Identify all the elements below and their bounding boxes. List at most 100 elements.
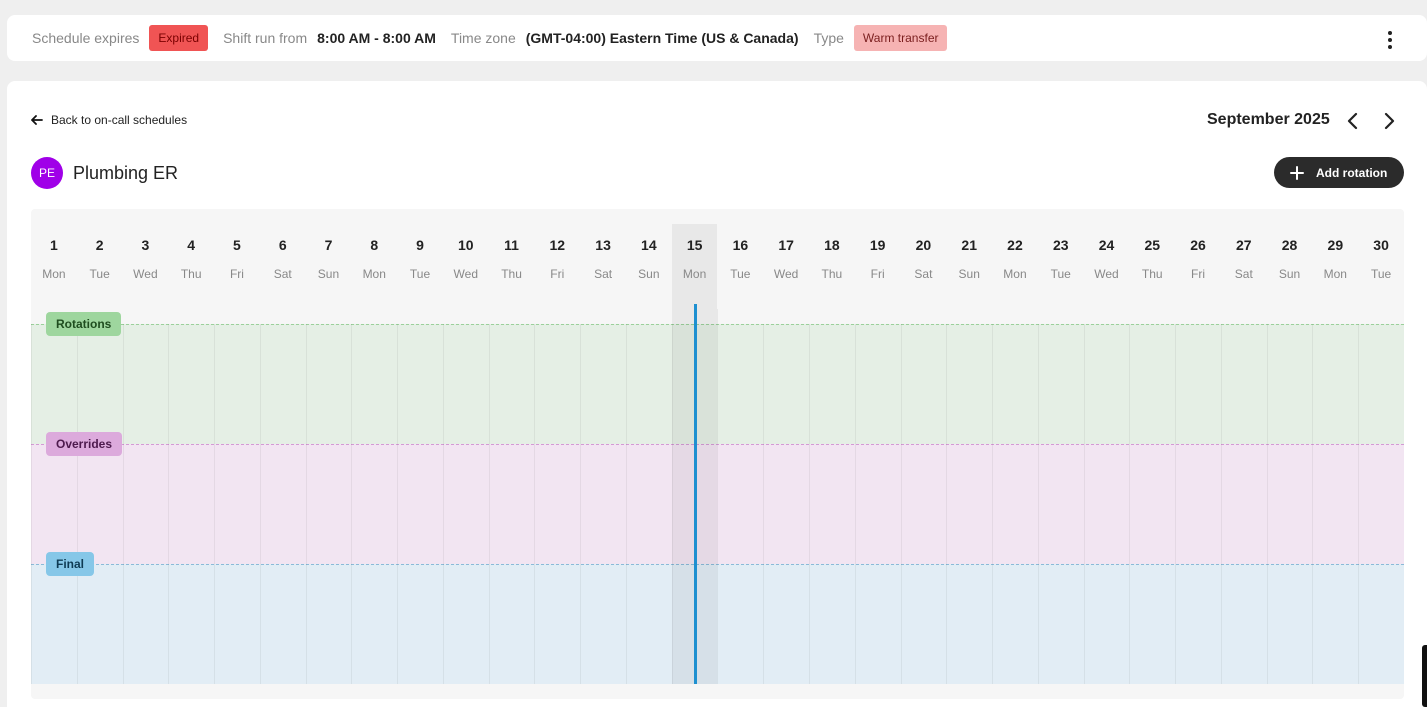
day-header[interactable]: 5 Fri [214, 224, 260, 309]
day-weekday: Sun [317, 267, 340, 281]
day-header[interactable]: 2 Tue [77, 224, 123, 309]
day-weekday: Tue [89, 267, 110, 281]
day-weekday: Thu [1141, 267, 1163, 281]
day-weekday: Wed [1094, 267, 1119, 281]
day-number: 27 [1236, 237, 1252, 253]
day-number: 18 [824, 237, 840, 253]
day-weekday: Fri [550, 267, 565, 281]
day-header[interactable]: 7 Sun [306, 224, 352, 309]
rotations-tag[interactable]: Rotations [46, 312, 122, 336]
day-weekday: Mon [42, 267, 66, 281]
day-number: 24 [1098, 237, 1115, 253]
day-number: 12 [549, 237, 566, 253]
shift-run-label: Shift run from [223, 30, 308, 46]
rotations-lane[interactable] [31, 324, 1404, 444]
day-number: 25 [1144, 237, 1161, 253]
overrides-lane[interactable] [31, 444, 1404, 564]
day-weekday: Thu [180, 267, 202, 281]
day-header[interactable]: 8 Mon [351, 224, 397, 309]
overrides-tag[interactable]: Overrides [46, 432, 123, 456]
day-header[interactable]: 1 Mon [31, 224, 77, 309]
day-header[interactable]: 11 Thu [489, 224, 535, 309]
day-header[interactable]: 9 Tue [397, 224, 443, 309]
final-lane[interactable] [31, 564, 1404, 684]
warm-transfer-badge: Warm transfer [853, 25, 948, 51]
day-number: 26 [1190, 237, 1206, 253]
day-header[interactable]: 4 Thu [168, 224, 214, 309]
add-rotation-button[interactable]: Add rotation [1274, 157, 1404, 188]
day-header[interactable]: 24 Wed [1084, 224, 1130, 309]
day-weekday: Wed [453, 267, 478, 281]
day-header[interactable]: 26 Fri [1175, 224, 1221, 309]
day-number: 22 [1007, 237, 1023, 253]
day-weekday: Mon [1003, 267, 1027, 281]
day-header[interactable]: 13 Sat [580, 224, 626, 309]
scrollbar-thumb[interactable] [1422, 645, 1427, 707]
plus-icon [1290, 165, 1304, 180]
previous-month-button[interactable] [1343, 111, 1363, 131]
day-header[interactable]: 22 Mon [992, 224, 1038, 309]
current-month: September 2025 [1207, 111, 1330, 128]
avatar: PE [31, 157, 63, 189]
day-header[interactable]: 12 Fri [534, 224, 580, 309]
day-number: 2 [95, 237, 104, 253]
day-number: 19 [869, 237, 886, 253]
day-header[interactable]: 30 Tue [1358, 224, 1404, 309]
day-header[interactable]: 16 Tue [717, 224, 763, 309]
day-header[interactable]: 25 Thu [1129, 224, 1175, 309]
day-header[interactable]: 10 Wed [443, 224, 489, 309]
day-weekday: Sat [273, 267, 292, 281]
day-number: 5 [233, 237, 241, 253]
expired-badge: Expired [149, 25, 209, 51]
day-header[interactable]: 6 Sat [260, 224, 306, 309]
day-header[interactable]: 27 Sat [1221, 224, 1267, 309]
day-header[interactable]: 18 Thu [809, 224, 855, 309]
day-header[interactable]: 21 Sun [946, 224, 992, 309]
day-number: 14 [641, 237, 657, 253]
day-header[interactable]: 19 Fri [855, 224, 901, 309]
add-rotation-label: Add rotation [1316, 165, 1388, 180]
day-weekday: Sat [914, 267, 933, 281]
day-header[interactable]: 20 Sat [901, 224, 947, 309]
type-label: Type [813, 30, 844, 46]
day-weekday: Thu [501, 267, 522, 281]
day-number: 8 [370, 237, 379, 253]
day-header[interactable]: 15 Mon [671, 224, 718, 309]
shift-run-value: 8:00 AM - 8:00 AM [317, 30, 436, 46]
day-header[interactable]: 29 Mon [1312, 224, 1358, 309]
final-tag[interactable]: Final [46, 552, 95, 576]
day-header[interactable]: 3 Wed [123, 224, 169, 309]
day-weekday: Sun [958, 267, 980, 281]
day-number: 6 [278, 237, 287, 253]
day-number: 11 [504, 237, 519, 253]
schedule-name: Plumbing ER [73, 162, 179, 183]
back-to-schedules-link[interactable]: Back to on-call schedules [31, 113, 187, 127]
day-weekday: Wed [773, 267, 799, 281]
day-number: 4 [187, 237, 196, 253]
day-header[interactable]: 14 Sun [626, 224, 672, 309]
chevron-right-icon [1384, 112, 1395, 130]
more-vertical-icon[interactable] [1387, 31, 1393, 49]
day-number: 20 [915, 237, 932, 253]
day-header[interactable]: 28 Sun [1267, 224, 1313, 309]
day-number: 29 [1327, 237, 1344, 253]
day-weekday: Wed [133, 267, 158, 281]
day-weekday: Tue [409, 267, 431, 281]
calendar-grid: 1 Mon 2 Tue 3 Wed 4 Thu 5 Fri 6 Sat 7 Sun 8 Mon 9 Tue 10 We… [31, 209, 1404, 699]
day-number: 16 [732, 237, 749, 253]
day-weekday: Thu [821, 267, 843, 281]
next-month-button[interactable] [1379, 111, 1399, 131]
time-zone-label: Time zone [450, 30, 516, 46]
day-header[interactable]: 23 Tue [1038, 224, 1084, 309]
day-header[interactable]: 17 Wed [763, 224, 809, 309]
arrow-left-icon [31, 115, 43, 125]
day-weekday: Mon [682, 267, 707, 281]
day-weekday: Sat [594, 267, 613, 281]
day-weekday: Fri [870, 267, 885, 281]
day-weekday: Fri [1191, 267, 1206, 281]
day-weekday: Sat [1234, 267, 1253, 281]
lanes: Rotations Overrides Final [31, 312, 1404, 684]
day-number: 3 [141, 237, 150, 253]
day-header-row: 1 Mon 2 Tue 3 Wed 4 Thu 5 Fri 6 Sat 7 Sun 8 Mon 9 Tue 10 We… [31, 224, 1404, 309]
day-number: 28 [1281, 237, 1298, 253]
